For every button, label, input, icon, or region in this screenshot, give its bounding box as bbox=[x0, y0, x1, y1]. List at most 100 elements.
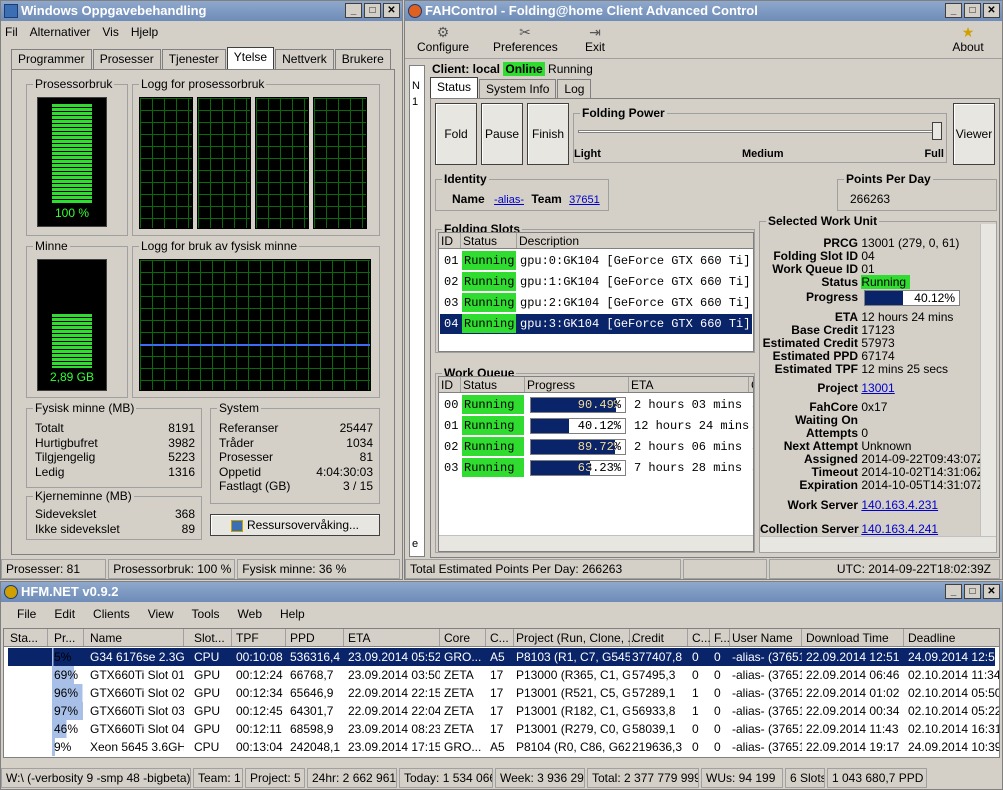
hfm-col-header[interactable]: F... bbox=[712, 629, 730, 646]
hfm-client-row[interactable]: 46% GTX660Ti Slot 04 GPU 00:12:11 68598,9 23.… bbox=[8, 720, 999, 738]
hfm-col-header[interactable]: C... bbox=[690, 629, 711, 646]
memory-meter: 2,89 GB bbox=[37, 259, 107, 391]
tab-nettverk[interactable]: Nettverk bbox=[275, 49, 334, 69]
hfm-col-header[interactable]: ETA bbox=[346, 629, 440, 646]
menu-view[interactable]: View bbox=[148, 607, 174, 621]
swu-hscroll[interactable] bbox=[760, 536, 996, 552]
hfm-titlebar[interactable]: HFM.NET v0.9.2 _ □ ✕ bbox=[1, 582, 1002, 602]
hfm-col-header[interactable]: Slot... bbox=[192, 629, 232, 646]
queue-col-id[interactable]: ID bbox=[439, 377, 461, 392]
minimize-button[interactable]: _ bbox=[945, 3, 962, 18]
minimize-button[interactable]: _ bbox=[945, 584, 962, 599]
resource-monitor-button[interactable]: Ressursovervåking... bbox=[210, 514, 380, 536]
hfm-client-row[interactable]: 5% G34 6176se 2.3GHz CPU 00:10:08 536316,4 23… bbox=[8, 648, 999, 666]
swu-label: Status bbox=[821, 275, 858, 289]
hfm-col-header[interactable]: Sta... bbox=[8, 629, 48, 646]
pause-button[interactable]: Pause bbox=[481, 103, 523, 165]
maximize-button[interactable]: □ bbox=[964, 584, 981, 599]
tab-log[interactable]: Log bbox=[557, 79, 592, 99]
hfm-col-header[interactable]: TPF bbox=[234, 629, 286, 646]
menu-edit[interactable]: Edit bbox=[54, 607, 75, 621]
configure-button[interactable]: ⚙ Configure bbox=[417, 24, 469, 54]
menu-file[interactable]: File bbox=[17, 607, 36, 621]
slot-row[interactable]: 01 Running gpu:0:GK104 [GeForce GTX 660 Ti… bbox=[440, 251, 752, 271]
hfm-col-header[interactable]: Deadline bbox=[906, 629, 999, 646]
tab-prosesser[interactable]: Prosesser bbox=[92, 49, 161, 69]
slots-col-description[interactable]: Description bbox=[517, 233, 753, 248]
hfm-col-header[interactable]: Credit bbox=[630, 629, 688, 646]
slots-col-id[interactable]: ID bbox=[439, 233, 461, 248]
identity-team-link[interactable]: 37651 bbox=[569, 194, 600, 206]
tab-status[interactable]: Status bbox=[430, 77, 479, 99]
tab-brukere[interactable]: Brukere bbox=[334, 49, 391, 69]
menu-vis[interactable]: Vis bbox=[102, 25, 118, 39]
hfm-status-field: Project: 5 bbox=[245, 768, 305, 788]
hfm-col-header[interactable]: PPD bbox=[288, 629, 344, 646]
menu-hjelp[interactable]: Hjelp bbox=[131, 25, 158, 39]
fahcontrol-titlebar[interactable]: FAHControl - Folding@home Client Advance… bbox=[405, 1, 1002, 21]
hfm-col-header[interactable]: Project (Run, Clone, ... bbox=[514, 629, 637, 646]
swu-project-link[interactable]: 13001 bbox=[861, 381, 894, 395]
hfm-col-header[interactable]: Name bbox=[88, 629, 184, 646]
hfm-col-header[interactable]: Pr... bbox=[52, 629, 84, 646]
hfm-col-header[interactable]: Core bbox=[442, 629, 486, 646]
hfm-col-header[interactable]: Download Time bbox=[804, 629, 904, 646]
queue-c: 5 bbox=[752, 437, 753, 457]
fold-button[interactable]: Fold bbox=[435, 103, 477, 165]
close-button[interactable]: ✕ bbox=[983, 584, 1000, 599]
menu-help[interactable]: Help bbox=[280, 607, 305, 621]
preferences-button[interactable]: ✂ Preferences bbox=[493, 24, 558, 54]
swu-work-server-link[interactable]: 140.163.4.231 bbox=[861, 498, 938, 512]
tab-programmer[interactable]: Programmer bbox=[11, 49, 92, 69]
close-button[interactable]: ✕ bbox=[383, 3, 400, 18]
swu-label: Waiting On bbox=[795, 413, 858, 427]
hfm-cell: ZETA bbox=[444, 668, 474, 682]
maximize-button[interactable]: □ bbox=[364, 3, 381, 18]
queue-col-progress[interactable]: Progress bbox=[525, 377, 629, 392]
swu-vscroll[interactable] bbox=[980, 224, 996, 536]
slots-col-status[interactable]: Status bbox=[461, 233, 517, 248]
hfm-col-header[interactable]: User Name bbox=[730, 629, 802, 646]
hfm-cell: CPU bbox=[194, 650, 220, 664]
hfm-client-row[interactable]: 96% GTX660Ti Slot 02 GPU 00:12:34 65646,9 22.… bbox=[8, 684, 999, 702]
identity-name-link[interactable]: -alias- bbox=[494, 194, 524, 206]
menu-web[interactable]: Web bbox=[238, 607, 262, 621]
swu-collection-server-link[interactable]: 140.163.4.241 bbox=[861, 522, 938, 536]
queue-row[interactable]: 00Running 90.49% 2 hours 03 mins 5 bbox=[440, 395, 753, 415]
hfm-client-row[interactable]: 97% GTX660Ti Slot 03 GPU 00:12:45 64301,7 22.… bbox=[8, 702, 999, 720]
menu-clients[interactable]: Clients bbox=[93, 607, 130, 621]
folding-power-slider[interactable] bbox=[932, 122, 942, 140]
queue-row[interactable]: 02Running 89.72% 2 hours 06 mins 5 bbox=[440, 437, 753, 457]
menu-alternativer[interactable]: Alternativer bbox=[30, 25, 91, 39]
menu-fil[interactable]: Fil bbox=[5, 25, 18, 39]
slot-row-selected[interactable]: 04 Running gpu:3:GK104 [GeForce GTX 660 Ti… bbox=[440, 314, 752, 334]
stat-value: 8191 bbox=[168, 421, 195, 435]
maximize-button[interactable]: □ bbox=[964, 3, 981, 18]
queue-row[interactable]: 01Running 40.12% 12 hours 24 mins5 bbox=[440, 416, 753, 436]
hfm-cell: G34 6176se 2.3GHz bbox=[90, 650, 184, 664]
tab-ytelse[interactable]: Ytelse bbox=[226, 47, 275, 69]
slot-status: Running bbox=[462, 272, 516, 291]
minimize-button[interactable]: _ bbox=[345, 3, 362, 18]
slot-row[interactable]: 02 Running gpu:1:GK104 [GeForce GTX 660 Ti… bbox=[440, 272, 752, 292]
finish-button[interactable]: Finish bbox=[527, 103, 569, 165]
queue-c: 5 bbox=[752, 458, 753, 478]
hfm-client-row[interactable]: 69% GTX660Ti Slot 01 GPU 00:12:24 66768,7 23.… bbox=[8, 666, 999, 684]
slot-row[interactable]: 03 Running gpu:2:GK104 [GeForce GTX 660 Ti… bbox=[440, 293, 752, 313]
exit-button[interactable]: ⇥ Exit bbox=[577, 24, 613, 54]
queue-row[interactable]: 03Running 63.23% 7 hours 28 mins 5 bbox=[440, 458, 753, 478]
menu-tools[interactable]: Tools bbox=[192, 607, 220, 621]
queue-col-status[interactable]: Status bbox=[461, 377, 525, 392]
hfm-col-header[interactable]: C... bbox=[488, 629, 514, 646]
tab-tjenester[interactable]: Tjenester bbox=[161, 49, 226, 69]
close-button[interactable]: ✕ bbox=[983, 3, 1000, 18]
client-list-panel[interactable]: N 1 e bbox=[409, 65, 425, 557]
queue-col-c[interactable]: C bbox=[749, 377, 753, 392]
hfm-client-row[interactable]: 9% Xeon 5645 3.6GHz CPU 00:13:04 242048,1 23.… bbox=[8, 738, 999, 756]
work-queue-hscroll[interactable] bbox=[439, 535, 753, 551]
queue-col-eta[interactable]: ETA bbox=[629, 377, 749, 392]
tab-system-info[interactable]: System Info bbox=[479, 79, 557, 99]
viewer-button[interactable]: Viewer bbox=[953, 103, 995, 165]
about-button[interactable]: ★ About bbox=[948, 24, 988, 54]
task-manager-titlebar[interactable]: Windows Oppgavebehandling _ □ ✕ bbox=[1, 1, 402, 21]
